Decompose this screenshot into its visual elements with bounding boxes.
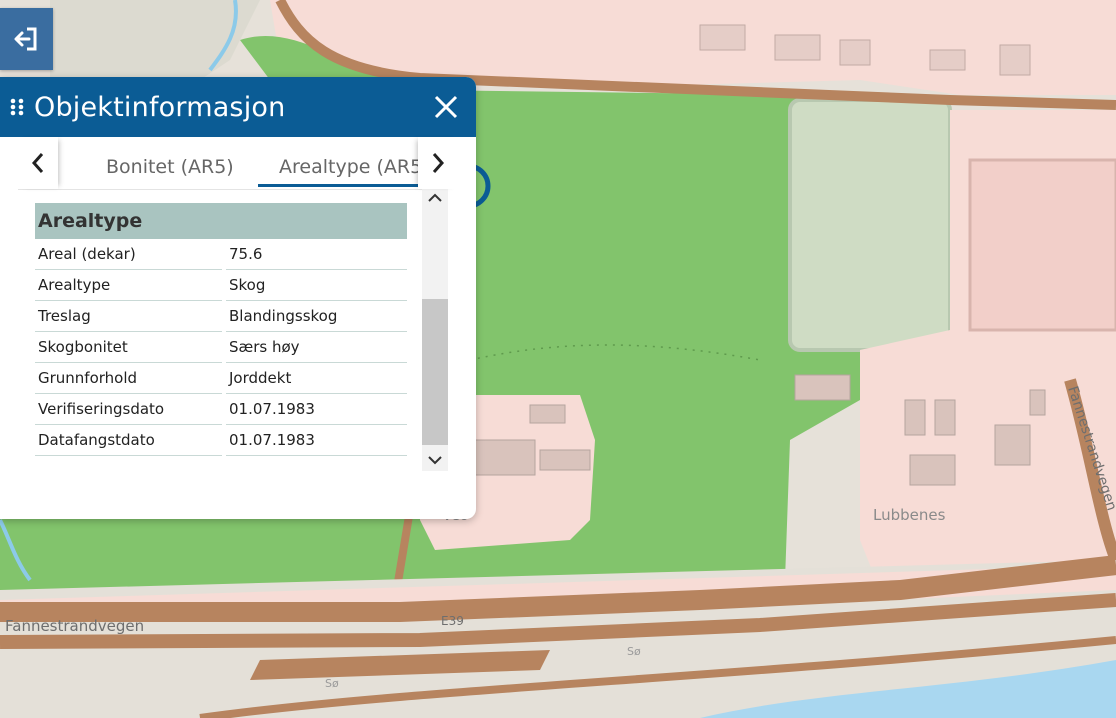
building xyxy=(839,39,871,66)
attribute-value: Særs høy xyxy=(226,332,407,363)
scrollbar-thumb[interactable] xyxy=(422,299,448,445)
exit-button[interactable] xyxy=(0,8,53,70)
exit-arrow-icon xyxy=(14,27,36,51)
attribute-key: Arealtype xyxy=(35,270,222,301)
chevron-left-icon xyxy=(31,153,44,173)
close-icon xyxy=(434,95,458,119)
building xyxy=(904,399,926,436)
attribute-key: Grunnforhold xyxy=(35,363,222,394)
table-row: Arealtype Skog xyxy=(35,270,407,301)
attribute-key: Datafangstdato xyxy=(35,425,222,456)
building xyxy=(699,24,746,51)
building xyxy=(999,44,1031,76)
label-lubbenes: Lubbenes xyxy=(873,506,946,524)
tab-strip: Bonitet (AR5) Arealtype (AR5) xyxy=(18,137,458,190)
sports-field xyxy=(788,98,952,352)
label-road-b: Sø xyxy=(325,677,339,690)
table-row: Datafangstdato 01.07.1983 xyxy=(35,425,407,456)
object-info-panel: Objektinformasjon Bonitet (AR5) Arealtyp… xyxy=(0,77,476,519)
section-title: Arealtype xyxy=(35,203,407,239)
large-building xyxy=(968,158,1116,332)
table-row: Grunnforhold Jorddekt xyxy=(35,363,407,394)
table-row: Areal (dekar) 75.6 xyxy=(35,239,407,270)
attribute-value: 75.6 xyxy=(226,239,407,270)
tab-bonitet[interactable]: Bonitet (AR5) xyxy=(106,137,234,187)
tab-arealtype[interactable]: Arealtype (AR5) xyxy=(258,137,418,187)
building xyxy=(994,424,1031,466)
building xyxy=(1029,389,1046,416)
building xyxy=(909,454,956,486)
scrollbar[interactable] xyxy=(422,187,448,471)
label-road-a: Sø xyxy=(627,645,641,658)
label-fannestrandvegen-west: Fannestrandvegen xyxy=(5,617,144,635)
panel-title: Objektinformasjon xyxy=(34,91,286,123)
tab-scroll-left-button[interactable] xyxy=(18,137,58,189)
attribute-key: Verifiseringsdato xyxy=(35,394,222,425)
attribute-key: Treslag xyxy=(35,301,222,332)
building xyxy=(794,374,851,401)
scroll-up-button[interactable] xyxy=(422,187,448,209)
attribute-value: Blandingsskog xyxy=(226,301,407,332)
tabs: Bonitet (AR5) Arealtype (AR5) xyxy=(58,137,418,189)
building xyxy=(474,439,536,476)
drag-handle-icon[interactable] xyxy=(0,97,34,117)
table-row: Skogbonitet Særs høy xyxy=(35,332,407,363)
attribute-key: Areal (dekar) xyxy=(35,239,222,270)
close-button[interactable] xyxy=(416,77,476,137)
label-e39: E39 xyxy=(441,614,464,628)
building xyxy=(934,399,956,436)
building xyxy=(929,49,966,71)
panel-header: Objektinformasjon xyxy=(0,77,476,137)
table-row: Treslag Blandingsskog xyxy=(35,301,407,332)
attribute-value: 01.07.1983 xyxy=(226,394,407,425)
chevron-right-icon xyxy=(432,153,445,173)
attribute-table: Areal (dekar) 75.6 Arealtype Skog Treslag B… xyxy=(31,239,411,456)
building xyxy=(774,34,821,61)
attribute-value: Jorddekt xyxy=(226,363,407,394)
forest-area-south xyxy=(0,519,420,590)
building xyxy=(539,449,591,471)
tab-scroll-right-button[interactable] xyxy=(418,137,458,189)
chevron-down-icon xyxy=(428,456,442,465)
attribute-value: Skog xyxy=(226,270,407,301)
table-row: Verifiseringsdato 01.07.1983 xyxy=(35,394,407,425)
building xyxy=(529,404,566,424)
attribute-content: Arealtype Areal (dekar) 75.6 Arealtype Sko… xyxy=(35,203,407,456)
scroll-down-button[interactable] xyxy=(422,449,448,471)
attribute-value: 01.07.1983 xyxy=(226,425,407,456)
attribute-key: Skogbonitet xyxy=(35,332,222,363)
chevron-up-icon xyxy=(428,193,442,202)
